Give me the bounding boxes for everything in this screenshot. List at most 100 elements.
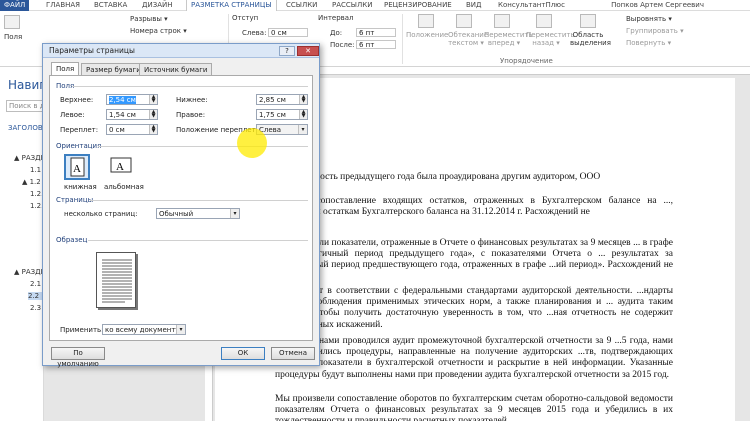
right-margin-value: 1,75 см — [259, 111, 286, 119]
chevron-down-icon[interactable]: ▾ — [298, 125, 307, 134]
page-setup-dialog: Параметры страницы ? ✕ Поля Размер бумаг… — [42, 43, 320, 368]
nav-search-input[interactable]: Поиск в доку — [6, 100, 44, 112]
doc-paragraph: Мы произвели сопоставление оборотов по б… — [275, 394, 673, 421]
spinner-icon[interactable]: ▲ ▼ — [299, 95, 307, 104]
close-button[interactable]: ✕ — [297, 46, 319, 56]
divider — [88, 240, 308, 241]
tab-file[interactable]: ФАЙЛ — [0, 0, 30, 11]
horizontal-ruler[interactable] — [318, 67, 750, 75]
bottom-margin-value: 2,85 см — [259, 96, 286, 104]
spacing-after-label: После: — [330, 41, 355, 49]
right-margin-input[interactable]: 1,75 см ▲ ▼ — [256, 109, 308, 120]
nav-item[interactable]: 2.1 — [30, 280, 41, 288]
section-orientation: Ориентация — [56, 142, 102, 150]
apply-to-label: Применить: — [60, 326, 104, 334]
gutter-label: Переплет: — [60, 126, 99, 134]
send-backward-icon[interactable] — [536, 14, 552, 28]
cancel-button[interactable]: Отмена — [271, 347, 315, 360]
margins-icon[interactable] — [4, 15, 20, 29]
tab-references[interactable]: ССЫЛКИ — [286, 1, 317, 9]
breaks-button[interactable]: Разрывы ▾ — [130, 15, 168, 23]
landscape-orientation-button[interactable]: A — [108, 154, 134, 180]
navigation-pane: Навиг Поиск в доку ЗАГОЛОВ ▲ РАЗДЕ 1.1 ▲… — [0, 68, 46, 421]
multiple-pages-value: Обычный — [159, 210, 194, 218]
multiple-pages-select[interactable]: Обычный ▾ — [156, 208, 240, 219]
nav-item[interactable]: ▲ 1.2 — [22, 178, 41, 186]
align-button[interactable]: Выровнять ▾ — [626, 15, 672, 23]
selection-pane-icon[interactable] — [580, 14, 596, 28]
ok-button[interactable]: ОК — [221, 347, 265, 360]
portrait-page-icon: A — [70, 157, 85, 177]
section-pages: Страницы — [56, 196, 94, 204]
rotate-button[interactable]: Повернуть ▾ — [626, 39, 671, 47]
ribbon-tab-bar: ФАЙЛ ГЛАВНАЯ ВСТАВКА ДИЗАЙН РАЗМЕТКА СТР… — [0, 0, 750, 11]
svg-text:A: A — [116, 161, 124, 173]
left-margin-input[interactable]: 1,54 см ▲ ▼ — [106, 109, 158, 120]
spacing-after-input[interactable]: 6 пт — [356, 40, 396, 49]
doc-paragraph: ...ая отчетность предыдущего года была п… — [275, 172, 601, 182]
multiple-pages-label: несколько страниц: — [64, 210, 138, 218]
set-as-default-button[interactable]: По умолчанию — [51, 347, 105, 368]
spacing-title: Интервал — [318, 14, 354, 22]
chevron-down-icon[interactable]: ▾ — [176, 325, 185, 334]
doc-paragraph: ...опоставили показатели, отраженные в О… — [275, 238, 673, 282]
portrait-orientation-button[interactable]: A — [64, 154, 90, 180]
tab-insert[interactable]: ВСТАВКА — [94, 1, 127, 9]
position-icon[interactable] — [418, 14, 434, 28]
bottom-margin-input[interactable]: 2,85 см ▲ ▼ — [256, 94, 308, 105]
tab-design[interactable]: ДИЗАЙН — [142, 1, 172, 9]
send-backward-button[interactable]: Переместить назад ▾ — [526, 31, 575, 47]
nav-item[interactable]: ▲ РАЗДЕ — [14, 268, 45, 276]
svg-text:A: A — [73, 163, 81, 175]
wrap-text-icon[interactable] — [456, 14, 472, 28]
line-numbers-button[interactable]: Номера строк ▾ — [130, 27, 187, 35]
dialog-title-bar[interactable]: Параметры страницы ? ✕ — [43, 44, 319, 58]
tab-home[interactable]: ГЛАВНАЯ — [46, 1, 80, 9]
tab-review[interactable]: РЕЦЕНЗИРОВАНИЕ — [384, 1, 452, 9]
spinner-icon[interactable]: ▲ ▼ — [299, 110, 307, 119]
chevron-down-icon[interactable]: ▾ — [230, 209, 239, 218]
apply-to-select[interactable]: ко всему документу ▾ — [102, 324, 186, 335]
divider — [72, 86, 308, 87]
spinner-icon[interactable]: ▲ ▼ — [149, 95, 157, 104]
cursor-highlight — [237, 128, 267, 158]
dialog-title: Параметры страницы — [49, 46, 135, 55]
tab-page-layout[interactable]: РАЗМЕТКА СТРАНИЦЫ — [186, 0, 277, 11]
bring-forward-icon[interactable] — [494, 14, 510, 28]
gutter-input[interactable]: 0 см ▲ ▼ — [106, 124, 158, 135]
nav-item[interactable]: 1.1 — [30, 166, 41, 174]
tab-margins[interactable]: Поля — [51, 62, 80, 76]
spinner-icon[interactable]: ▲ ▼ — [149, 110, 157, 119]
tab-paper-source[interactable]: Источник бумаги — [139, 63, 213, 75]
landscape-label: альбомная — [104, 183, 144, 191]
position-button[interactable]: Положение — [406, 31, 448, 39]
tab-consultant[interactable]: КонсультантПлюс — [498, 1, 565, 9]
apply-to-value: ко всему документу — [105, 326, 180, 334]
tab-view[interactable]: ВИД — [466, 1, 482, 9]
user-name[interactable]: Попков Артем Сергеевич — [611, 1, 704, 9]
tab-mailings[interactable]: РАССЫЛКИ — [332, 1, 372, 9]
doc-paragraph: ...или аудит в соответствии с федеральны… — [275, 286, 673, 330]
help-button[interactable]: ? — [279, 46, 295, 56]
spacing-before-input[interactable]: 6 пт — [356, 28, 396, 37]
bring-forward-button[interactable]: Переместить вперед ▾ — [484, 31, 533, 47]
indent-title: Отступ — [232, 14, 259, 22]
top-margin-input[interactable]: 2,54 см ▲ ▼ — [106, 94, 158, 105]
divider — [90, 200, 308, 201]
margins-label[interactable]: Поля — [4, 33, 22, 41]
wrap-text-button[interactable]: Обтекание текстом ▾ — [448, 31, 488, 47]
nav-item[interactable]: ▲ РАЗДЕ — [14, 154, 45, 162]
top-margin-label: Верхнее: — [60, 96, 94, 104]
nav-headings-tab[interactable]: ЗАГОЛОВ — [8, 124, 43, 132]
right-margin-label: Правое: — [176, 111, 206, 119]
selection-pane-button[interactable]: Область выделения — [570, 31, 611, 47]
nav-item[interactable]: 2.3 — [30, 304, 41, 312]
group-button[interactable]: Группировать ▾ — [626, 27, 684, 35]
indent-left-input[interactable]: 0 см — [268, 28, 308, 37]
divider — [98, 146, 308, 147]
section-preview: Образец — [56, 236, 88, 244]
preview-lines-icon — [102, 259, 132, 303]
tab-paper-size[interactable]: Размер бумаги — [81, 63, 146, 75]
left-margin-value: 1,54 см — [109, 111, 136, 119]
spinner-icon[interactable]: ▲ ▼ — [149, 125, 157, 134]
